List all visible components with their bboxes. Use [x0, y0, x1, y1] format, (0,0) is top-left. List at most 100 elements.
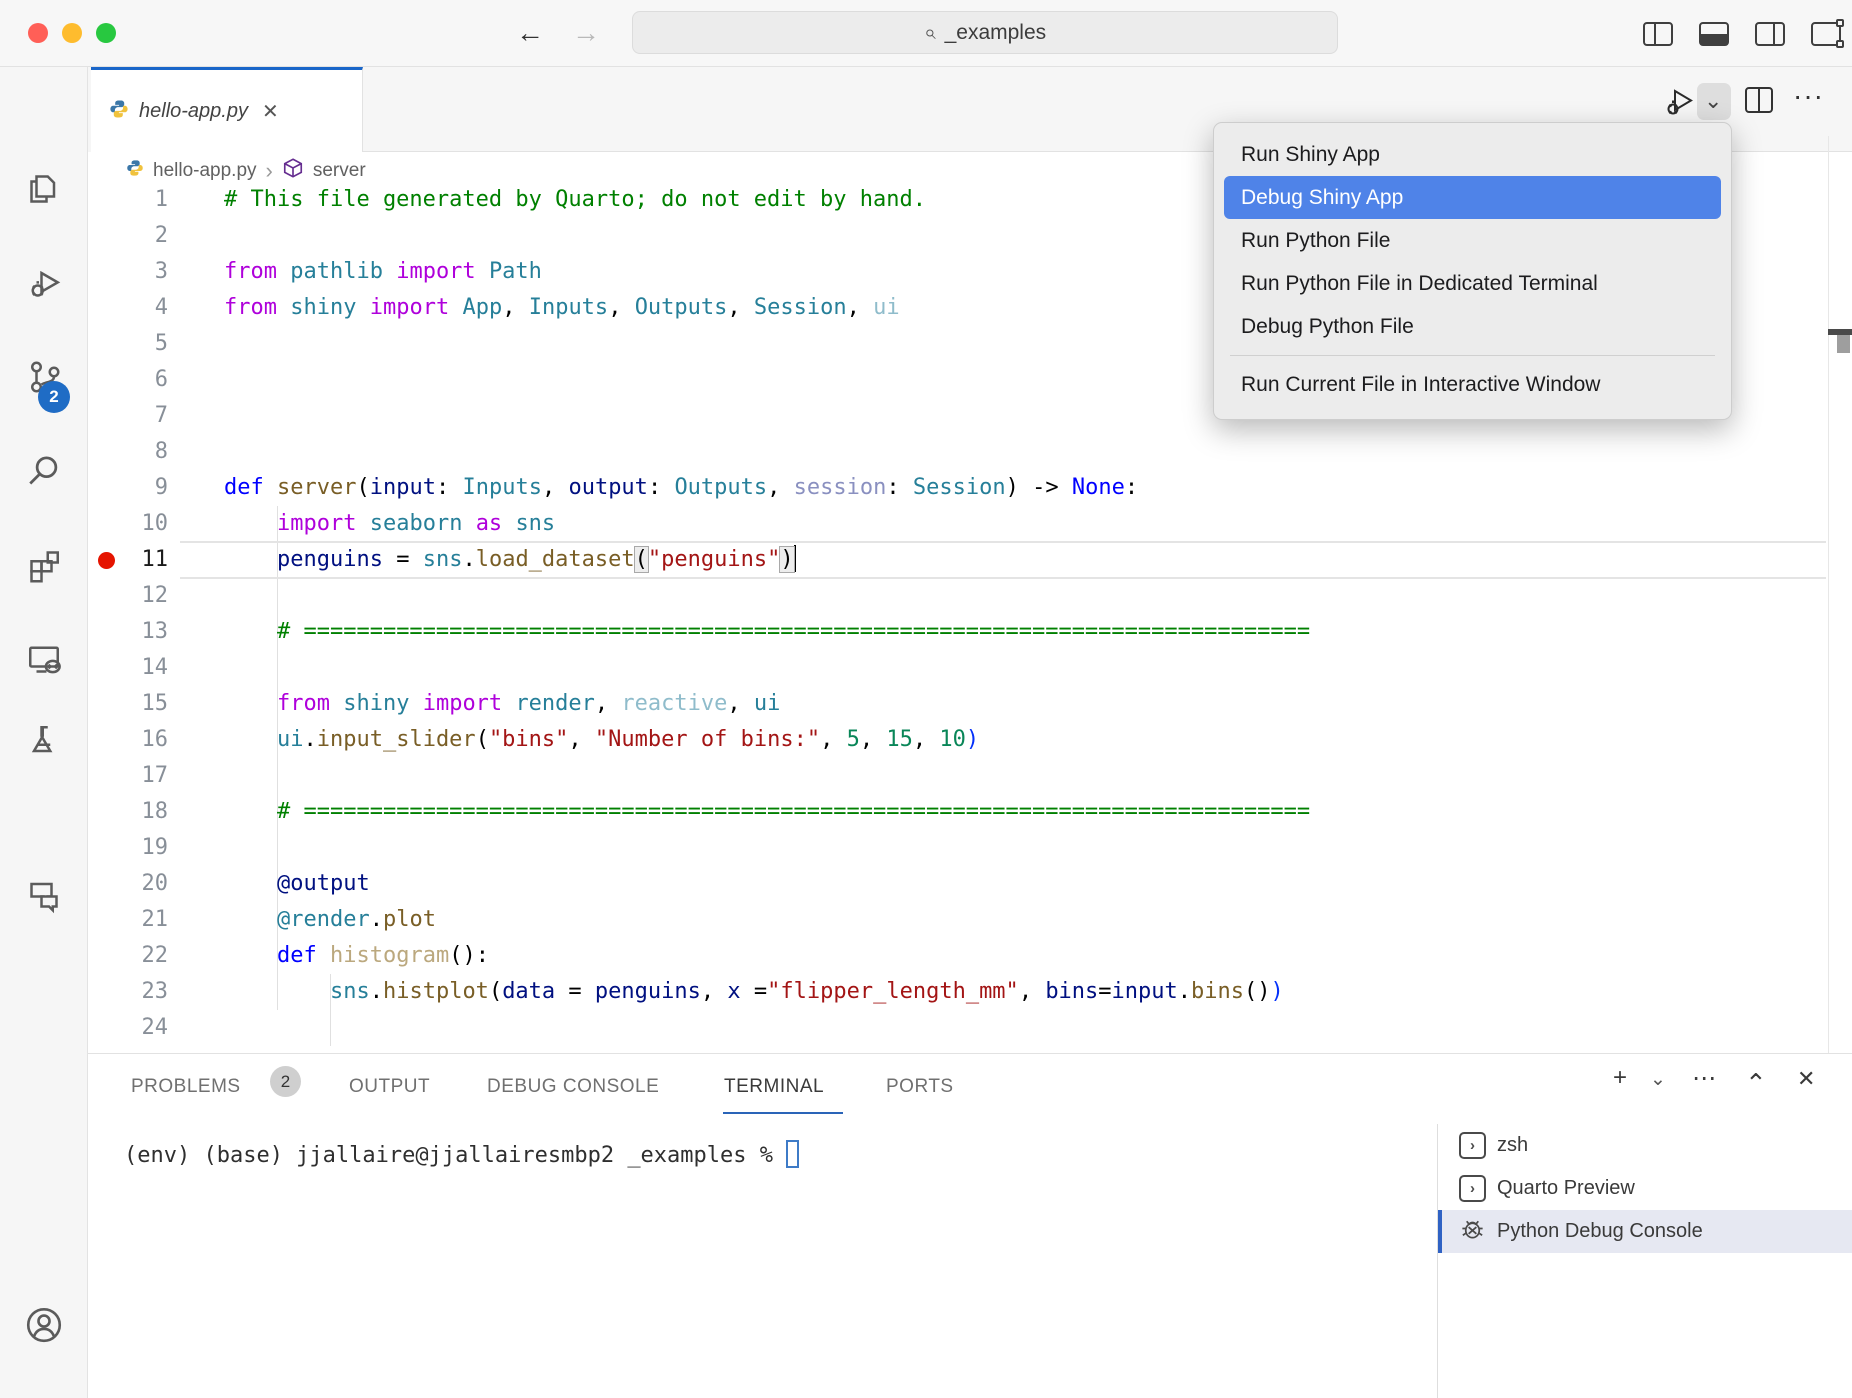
panel-action-new-terminal-icon[interactable]: +	[1613, 1064, 1627, 1092]
sidebar-item-extensions[interactable]	[20, 541, 68, 589]
token: ,	[860, 727, 887, 752]
extensions-icon	[24, 545, 64, 585]
terminal-list-item-quarto-preview[interactable]: ›Quarto Preview	[1438, 1167, 1852, 1210]
debug-run-icon[interactable]	[1662, 84, 1698, 125]
code-line[interactable]: 22 def histogram():	[88, 938, 1828, 974]
breadcrumb-file[interactable]: hello-app.py	[153, 160, 257, 182]
code-line[interactable]: 11 penguins = sns.load_dataset("penguins…	[88, 542, 1828, 578]
terminal-list-item-python-debug-console[interactable]: Python Debug Console	[1438, 1210, 1852, 1253]
token: ui	[873, 295, 900, 320]
panel-tab-ports[interactable]: PORTS	[886, 1076, 954, 1098]
code-line[interactable]: 9def server(input: Inputs, output: Outpu…	[88, 470, 1828, 506]
python-file-icon	[109, 99, 129, 124]
token: input	[370, 475, 436, 500]
code-line[interactable]: 8	[88, 434, 1828, 470]
token	[317, 943, 330, 968]
sidebar-item-explorer[interactable]	[20, 165, 68, 213]
breadcrumb-symbol[interactable]: server	[313, 160, 366, 182]
shell-icon: ›	[1459, 1132, 1486, 1159]
search-icon	[24, 451, 64, 491]
token: as	[476, 511, 503, 536]
split-editor-icon[interactable]	[1745, 87, 1773, 113]
code-text: penguins = sns.load_dataset("penguins")	[224, 542, 796, 578]
menu-item-debug-python-file[interactable]: Debug Python File	[1224, 305, 1721, 348]
panel-tab-output[interactable]: OUTPUT	[349, 1076, 430, 1098]
token	[224, 979, 330, 1004]
line-number: 16	[88, 722, 168, 758]
menu-item-run-current-file-in-interactive-window[interactable]: Run Current File in Interactive Window	[1224, 363, 1721, 406]
tab-close-icon[interactable]: ✕	[262, 99, 279, 124]
token: (	[635, 547, 648, 572]
token: )	[780, 547, 793, 572]
code-line[interactable]: 19	[88, 830, 1828, 866]
terminal-label: zsh	[1497, 1134, 1528, 1157]
back-icon[interactable]: ←	[516, 17, 544, 49]
token: session	[794, 475, 887, 500]
token: :	[886, 475, 913, 500]
editor-more-actions-icon[interactable]: ···	[1793, 80, 1824, 112]
sidebar-item-search[interactable]	[20, 447, 68, 495]
search-value: _examples	[945, 21, 1047, 45]
panel-tab-debug-console[interactable]: DEBUG CONSOLE	[487, 1076, 659, 1098]
minimize-window-button[interactable]	[62, 23, 82, 43]
code-line[interactable]: 17	[88, 758, 1828, 794]
token: Path	[489, 259, 542, 284]
code-line[interactable]: 21 @render.plot	[88, 902, 1828, 938]
menu-item-run-python-file[interactable]: Run Python File	[1224, 219, 1721, 262]
toggle-primary-sidebar-icon[interactable]	[1643, 22, 1673, 46]
sidebar-item-remote-explorer[interactable]	[20, 635, 68, 683]
code-line[interactable]: 13 # ===================================…	[88, 614, 1828, 650]
token: penguins	[277, 547, 383, 572]
code-line[interactable]: 18 # ===================================…	[88, 794, 1828, 830]
code-line[interactable]: 10 import seaborn as sns	[88, 506, 1828, 542]
run-dropdown-chevron-icon[interactable]: ⌄	[1704, 88, 1722, 114]
customize-layout-icon[interactable]	[1811, 22, 1841, 46]
tab-hello-app[interactable]: hello-app.py ✕	[91, 67, 363, 152]
token	[462, 511, 475, 536]
token: import	[423, 691, 502, 716]
menu-item-debug-shiny-app[interactable]: Debug Shiny App	[1224, 176, 1721, 219]
forward-icon[interactable]: →	[572, 17, 600, 49]
code-line[interactable]: 14	[88, 650, 1828, 686]
token: .	[370, 979, 383, 1004]
line-number: 7	[88, 398, 168, 434]
sidebar-item-account[interactable]	[20, 1301, 68, 1349]
panel-action-maximize-panel-icon[interactable]: ⌃	[1745, 1068, 1767, 1099]
panel-tab-problems[interactable]: PROBLEMS	[131, 1076, 241, 1098]
shell-icon: ›	[1459, 1175, 1486, 1202]
token: @output	[277, 871, 370, 896]
panel-action-launch-profile-icon[interactable]: ⌄	[1650, 1068, 1666, 1091]
zoom-window-button[interactable]	[96, 23, 116, 43]
token: Session	[754, 295, 847, 320]
toggle-panel-icon[interactable]	[1699, 22, 1729, 46]
token: Session	[913, 475, 1006, 500]
token	[224, 511, 277, 536]
menu-item-run-python-file-in-dedicated-terminal[interactable]: Run Python File in Dedicated Terminal	[1224, 262, 1721, 305]
close-window-button[interactable]	[28, 23, 48, 43]
token: "flipper_length_mm"	[767, 979, 1019, 1004]
code-line[interactable]: 20 @output	[88, 866, 1828, 902]
terminal-prompt[interactable]: (env) (base) jjallaire@jjallairesmbp2 _e…	[124, 1140, 799, 1168]
terminal-cursor	[786, 1140, 799, 1168]
code-line[interactable]: 24	[88, 1010, 1828, 1046]
token: # This file generated by Quarto; do not …	[224, 187, 926, 212]
token: shiny	[343, 691, 409, 716]
minimap-slider[interactable]	[1837, 335, 1850, 353]
sidebar-item-comments[interactable]	[20, 870, 68, 918]
panel-tab-terminal[interactable]: TERMINAL	[724, 1076, 824, 1098]
terminal-list-item-zsh[interactable]: › zsh	[1438, 1124, 1852, 1167]
menu-item-run-shiny-app[interactable]: Run Shiny App	[1224, 133, 1721, 176]
command-center-search[interactable]: ⌕ _examples	[632, 11, 1338, 54]
token: sns	[423, 547, 463, 572]
code-line[interactable]: 23 sns.histplot(data = penguins, x ="fli…	[88, 974, 1828, 1010]
code-line[interactable]: 16 ui.input_slider("bins", "Number of bi…	[88, 722, 1828, 758]
sidebar-item-run-debug[interactable]	[20, 259, 68, 307]
toggle-secondary-sidebar-icon[interactable]	[1755, 22, 1785, 46]
panel-action-more-actions-icon[interactable]: ⋯	[1692, 1064, 1716, 1093]
code-line[interactable]: 15 from shiny import render, reactive, u…	[88, 686, 1828, 722]
code-line[interactable]: 12	[88, 578, 1828, 614]
sidebar-item-testing[interactable]	[20, 717, 68, 765]
token: import	[396, 259, 475, 284]
panel-action-close-panel-icon[interactable]: ✕	[1797, 1066, 1815, 1092]
token: ,	[767, 475, 794, 500]
